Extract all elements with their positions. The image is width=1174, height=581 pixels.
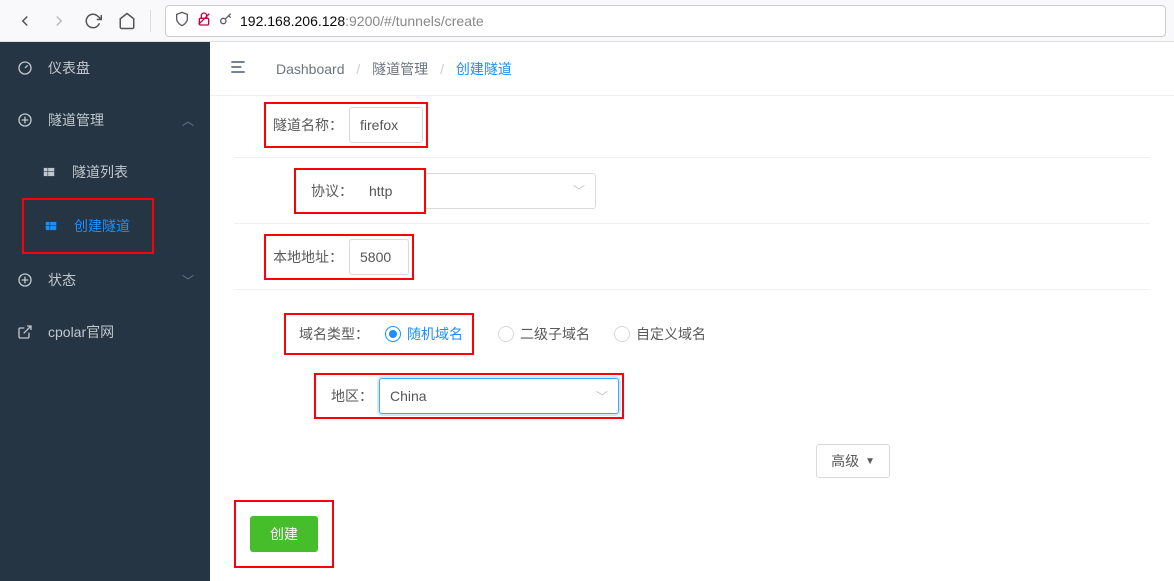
form-row-domain-type: 域名类型： 随机域名 二级子域名 自定义域名 bbox=[234, 312, 1150, 356]
highlight-box: 创建隧道 bbox=[22, 198, 154, 254]
radio-circle-icon bbox=[385, 326, 401, 342]
chevron-down-icon: ﹀ bbox=[182, 272, 194, 289]
table-icon bbox=[40, 163, 58, 181]
sidebar-item-label: 隧道管理 bbox=[48, 110, 104, 130]
protocol-label: 协议： bbox=[299, 181, 359, 201]
name-label: 隧道名称： bbox=[269, 115, 349, 135]
local-addr-label: 本地地址： bbox=[269, 247, 349, 267]
protocol-value: http bbox=[359, 173, 421, 209]
advanced-row: 高级 ▼ bbox=[234, 444, 1150, 478]
radio-label: 随机域名 bbox=[407, 324, 463, 344]
breadcrumb: Dashboard / 隧道管理 / 创建隧道 bbox=[276, 59, 512, 79]
create-button[interactable]: 创建 bbox=[250, 516, 318, 552]
content-header: Dashboard / 隧道管理 / 创建隧道 bbox=[210, 42, 1174, 96]
advanced-label: 高级 bbox=[831, 451, 859, 471]
radio-circle-icon bbox=[614, 326, 630, 342]
sidebar-item-tunnel-list[interactable]: 隧道列表 bbox=[0, 146, 210, 198]
sidebar-item-cpolar-site[interactable]: cpolar官网 bbox=[0, 306, 210, 358]
chevron-up-icon: ︿ bbox=[182, 112, 194, 129]
region-value: China bbox=[390, 388, 427, 404]
breadcrumb-item[interactable]: 隧道管理 bbox=[372, 61, 428, 77]
radio-random-domain[interactable]: 随机域名 bbox=[385, 324, 463, 344]
breadcrumb-item-current: 创建隧道 bbox=[456, 61, 512, 77]
back-button[interactable] bbox=[8, 4, 42, 38]
highlight-box: 创建 bbox=[234, 500, 334, 568]
form-row-region: 地区： China ﹀ bbox=[234, 374, 1150, 418]
advanced-button[interactable]: 高级 ▼ bbox=[816, 444, 890, 478]
content-area: Dashboard / 隧道管理 / 创建隧道 隧道名称： bbox=[210, 42, 1174, 581]
form: 隧道名称： 协议： http ﹀ bbox=[210, 96, 1174, 581]
sidebar-item-tunnel-create[interactable]: 创建隧道 bbox=[24, 200, 152, 252]
chevron-down-icon: ﹀ bbox=[573, 182, 585, 199]
local-addr-input[interactable] bbox=[349, 239, 409, 275]
tracking-shield-icon[interactable] bbox=[174, 11, 190, 30]
breadcrumb-item[interactable]: Dashboard bbox=[276, 61, 345, 77]
browser-toolbar: 192.168.206.128:9200/#/tunnels/create bbox=[0, 0, 1174, 42]
name-input[interactable] bbox=[349, 107, 423, 143]
toolbar-divider bbox=[150, 10, 151, 32]
protocol-select[interactable]: ﹀ bbox=[426, 173, 596, 209]
url-bar[interactable]: 192.168.206.128:9200/#/tunnels/create bbox=[165, 5, 1166, 37]
radio-label: 二级子域名 bbox=[520, 324, 590, 344]
highlight-box: 隧道名称： bbox=[264, 102, 428, 148]
chevron-down-icon: ﹀ bbox=[596, 388, 608, 405]
home-button[interactable] bbox=[110, 4, 144, 38]
sidebar-item-status[interactable]: 状态 ﹀ bbox=[0, 254, 210, 306]
external-link-icon bbox=[16, 323, 34, 341]
breadcrumb-sep: / bbox=[356, 61, 360, 77]
highlight-box: 协议： http bbox=[294, 168, 426, 214]
breadcrumb-sep: / bbox=[440, 61, 444, 77]
highlight-box: 域名类型： 随机域名 bbox=[284, 313, 474, 355]
sidebar-item-label: 隧道列表 bbox=[72, 162, 128, 182]
radio-label: 自定义域名 bbox=[636, 324, 706, 344]
form-row-protocol: 协议： http ﹀ bbox=[234, 180, 1150, 224]
sidebar-item-label: 创建隧道 bbox=[74, 216, 130, 236]
sidebar-item-label: cpolar官网 bbox=[48, 322, 114, 342]
menu-toggle-icon[interactable] bbox=[228, 57, 252, 81]
gauge-icon bbox=[16, 59, 34, 77]
region-select[interactable]: China ﹀ bbox=[379, 378, 619, 414]
sidebar: 仪表盘 隧道管理 ︿ 隧道列表 创建隧道 bbox=[0, 42, 210, 581]
form-row-name: 隧道名称： bbox=[234, 114, 1150, 158]
radio-subdomain[interactable]: 二级子域名 bbox=[498, 324, 590, 344]
sidebar-item-dashboard[interactable]: 仪表盘 bbox=[0, 42, 210, 94]
sidebar-item-label: 状态 bbox=[48, 270, 76, 290]
region-label: 地区： bbox=[319, 386, 379, 406]
create-label: 创建 bbox=[270, 524, 298, 544]
key-icon[interactable] bbox=[218, 11, 234, 30]
table-icon bbox=[42, 217, 60, 235]
radio-custom-domain[interactable]: 自定义域名 bbox=[614, 324, 706, 344]
caret-down-icon: ▼ bbox=[865, 456, 875, 467]
domain-type-label: 域名类型： bbox=[295, 324, 375, 344]
sidebar-item-label: 仪表盘 bbox=[48, 58, 90, 78]
refresh-button[interactable] bbox=[76, 4, 110, 38]
insecure-lock-icon[interactable] bbox=[196, 11, 212, 30]
highlight-box: 地区： China ﹀ bbox=[314, 373, 624, 419]
form-row-local-addr: 本地地址： bbox=[234, 246, 1150, 290]
circle-icon bbox=[16, 111, 34, 129]
circle-icon bbox=[16, 271, 34, 289]
sidebar-item-tunnel-mgmt[interactable]: 隧道管理 ︿ bbox=[0, 94, 210, 146]
highlight-box: 本地地址： bbox=[264, 234, 414, 280]
radio-circle-icon bbox=[498, 326, 514, 342]
forward-button bbox=[42, 4, 76, 38]
url-text: 192.168.206.128:9200/#/tunnels/create bbox=[240, 13, 484, 29]
